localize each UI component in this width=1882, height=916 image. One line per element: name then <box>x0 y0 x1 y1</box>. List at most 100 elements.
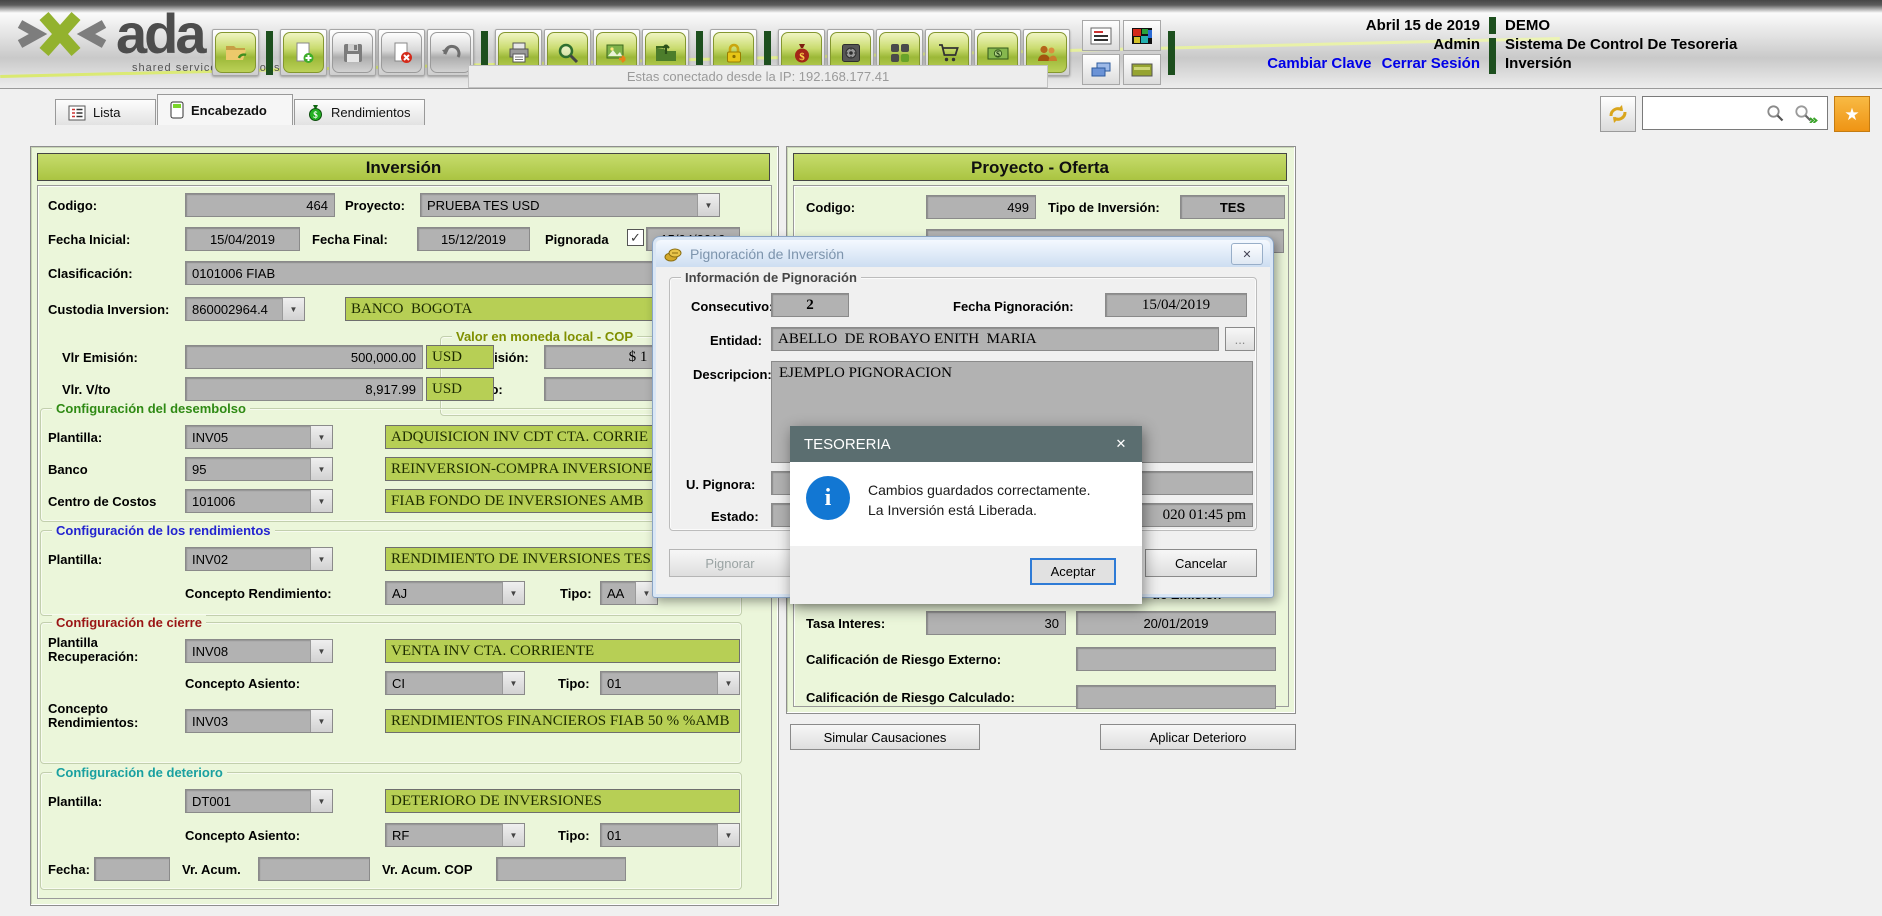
dialog-close-button[interactable]: ✕ <box>1231 243 1263 265</box>
vlr-vto-field[interactable]: 8,917.99 <box>185 377 423 401</box>
vlr-vto-moneda: USD <box>426 377 494 401</box>
cierre-concepto-asiento-combo[interactable]: CI▼ <box>385 671 525 695</box>
color-map-icon <box>1131 27 1153 45</box>
concepto-rendimiento-combo[interactable]: AJ▼ <box>385 581 525 605</box>
favorite-button[interactable]: ★ <box>1834 96 1870 132</box>
codigo-field[interactable]: 464 <box>185 193 335 217</box>
pignorada-checkbox[interactable]: ✓ <box>627 229 644 246</box>
proyecto-combo[interactable]: PRUEBA TES USD▼ <box>420 193 720 217</box>
deterioro-tipo-combo[interactable]: 01▼ <box>600 823 740 847</box>
tab-rendimientos[interactable]: $ Rendimientos <box>294 99 425 125</box>
concepto-rendimientos-combo[interactable]: INV03▼ <box>185 709 333 733</box>
chevron-down-icon[interactable]: ▼ <box>310 640 332 662</box>
info-icon: i <box>806 476 850 520</box>
chevron-down-icon[interactable]: ▼ <box>502 672 524 694</box>
refresh-button[interactable] <box>1600 96 1636 132</box>
tipo-inversion-field[interactable]: TES <box>1180 195 1285 219</box>
chevron-down-icon[interactable]: ▼ <box>310 426 332 448</box>
delete-document-icon <box>381 32 422 73</box>
vr-acum-cop-field[interactable] <box>496 857 626 881</box>
rendimientos-plantilla-combo[interactable]: INV02▼ <box>185 547 333 571</box>
tasa-fecha-field[interactable]: 20/01/2019 <box>1076 611 1276 635</box>
logout-link[interactable]: Cerrar Sesión <box>1382 55 1480 72</box>
banco-label: Banco <box>48 462 88 477</box>
banco-combo[interactable]: 95▼ <box>185 457 333 481</box>
chevron-down-icon[interactable]: ▼ <box>310 790 332 812</box>
tesoreria-messagebox-titlebar[interactable]: TESORERIA <box>790 426 1142 462</box>
undo-button[interactable] <box>427 29 474 76</box>
entidad-field[interactable]: ABELLO DE ROBAYO ENITH MARIA <box>771 327 1219 351</box>
tab-lista-label: Lista <box>93 105 120 120</box>
tab-encabezado[interactable]: Encabezado <box>157 94 293 125</box>
new-document-button[interactable] <box>280 29 327 76</box>
delete-document-button[interactable] <box>378 29 425 76</box>
session-divider-bars <box>1489 16 1496 74</box>
messagebox-close-button[interactable]: ✕ <box>1108 434 1134 454</box>
cierre-tipo-combo[interactable]: 01▼ <box>600 671 740 695</box>
plantilla-recuperacion-combo[interactable]: INV08▼ <box>185 639 333 663</box>
chevron-down-icon[interactable]: ▼ <box>310 548 332 570</box>
open-folder-icon <box>215 32 256 73</box>
messagebox-line1: Cambios guardados correctamente. <box>868 480 1091 500</box>
custodia-combo[interactable]: 860002964.4▼ <box>185 297 305 321</box>
pignoracion-dialog-titlebar[interactable]: Pignoración de Inversión <box>656 240 1270 267</box>
entidad-browse-button[interactable]: ... <box>1225 327 1255 351</box>
plantilla-recuperacion-desc: VENTA INV CTA. CORRIENTE <box>385 639 740 663</box>
descripcion-label: Descripcion: <box>693 367 772 382</box>
chevron-down-icon[interactable]: ▼ <box>502 582 524 604</box>
vr-acum-field[interactable] <box>258 857 370 881</box>
rendimientos-tipo-combo[interactable]: AA▼ <box>600 581 658 605</box>
chevron-down-icon[interactable]: ▼ <box>282 298 304 320</box>
deterioro-concepto-asiento-combo[interactable]: RF▼ <box>385 823 525 847</box>
session-module: Inversión <box>1505 54 1737 73</box>
riesgo-externo-field[interactable] <box>1076 647 1276 671</box>
fecha-final-field[interactable]: 15/12/2019 <box>417 227 530 251</box>
band-icon <box>1131 61 1153 79</box>
chevron-down-icon[interactable]: ▼ <box>717 672 739 694</box>
color-map-button[interactable] <box>1123 20 1161 51</box>
chevron-down-icon[interactable]: ▼ <box>310 490 332 512</box>
chevron-down-icon[interactable]: ▼ <box>310 458 332 480</box>
tasa-interes-label: Tasa Interes: <box>806 616 885 631</box>
search-next-magnifier-icon[interactable] <box>1794 104 1818 123</box>
inversion-panel-title: Inversión <box>37 153 770 181</box>
concepto-rendimientos-desc: RENDIMIENTOS FINANCIEROS FIAB 50 % %AMB <box>385 709 740 733</box>
riesgo-externo-label: Calificación de Riesgo Externo: <box>806 652 1001 667</box>
consecutivo-field[interactable]: 2 <box>771 293 849 317</box>
pignorar-button[interactable]: Pignorar <box>669 549 791 577</box>
fecha-pignoracion-field[interactable]: 15/04/2019 <box>1105 293 1247 317</box>
desembolso-plantilla-combo[interactable]: INV05▼ <box>185 425 333 449</box>
band-button[interactable] <box>1123 54 1161 85</box>
simular-causaciones-button[interactable]: Simular Causaciones <box>790 724 980 750</box>
chevron-down-icon[interactable]: ▼ <box>717 824 739 846</box>
riesgo-calculado-field[interactable] <box>1076 685 1276 709</box>
proyecto-codigo-field[interactable]: 499 <box>926 195 1036 219</box>
search-magnifier-icon[interactable] <box>1766 104 1785 123</box>
save-button[interactable] <box>329 29 376 76</box>
deterioro-fecha-field[interactable] <box>94 857 170 881</box>
estado-label: Estado: <box>711 509 759 524</box>
fecha-inicial-field[interactable]: 15/04/2019 <box>185 227 300 251</box>
change-password-link[interactable]: Cambiar Clave <box>1267 55 1371 72</box>
deterioro-plantilla-combo[interactable]: DT001▼ <box>185 789 333 813</box>
chevron-down-icon[interactable]: ▼ <box>697 194 719 216</box>
aplicar-deterioro-button[interactable]: Aplicar Deterioro <box>1100 724 1296 750</box>
aceptar-button[interactable]: Aceptar <box>1030 558 1116 585</box>
svg-text:$: $ <box>996 49 1000 58</box>
tab-lista[interactable]: Lista <box>55 99 156 125</box>
window-layers-button[interactable] <box>1082 54 1120 85</box>
cancelar-button[interactable]: Cancelar <box>1145 549 1257 577</box>
centro-costos-combo[interactable]: 101006▼ <box>185 489 333 513</box>
deterioro-tipo-label: Tipo: <box>558 828 590 843</box>
form-list-button[interactable] <box>1082 20 1120 51</box>
chevron-down-icon[interactable]: ▼ <box>502 824 524 846</box>
open-folder-button[interactable] <box>212 29 259 76</box>
header-bar: ada shared services solutions $ $ <box>0 0 1882 89</box>
vlr-emision-field[interactable]: 500,000.00 <box>185 345 423 369</box>
close-icon: ✕ <box>1116 436 1127 452</box>
tasa-interes-field[interactable]: 30 <box>926 611 1066 635</box>
chevron-down-icon[interactable]: ▼ <box>310 710 332 732</box>
vlr-vto-label: Vlr. V/to <box>62 382 110 397</box>
proyecto-panel-title: Proyecto - Oferta <box>793 153 1287 181</box>
proyecto-label: Proyecto: <box>345 198 405 213</box>
